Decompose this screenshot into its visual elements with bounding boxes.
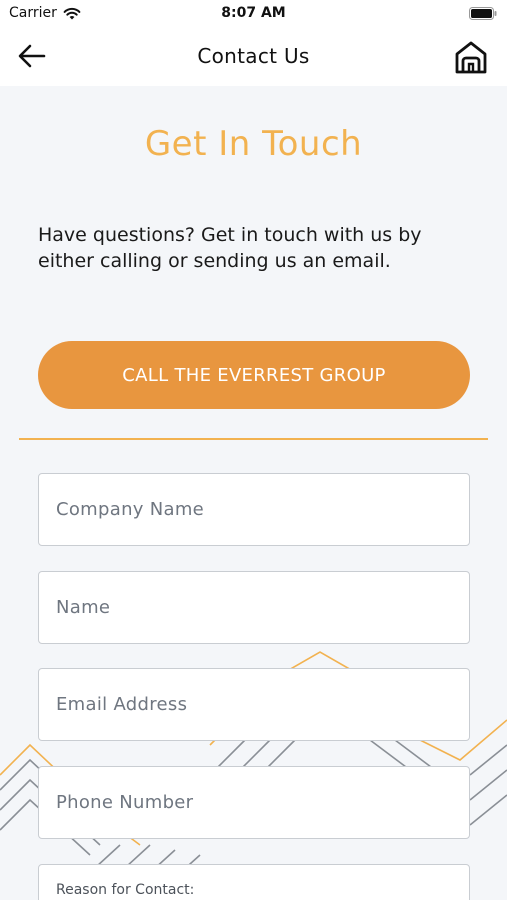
home-icon bbox=[455, 41, 487, 74]
company-name-field[interactable]: Company Name bbox=[38, 473, 470, 546]
email-field[interactable]: Email Address bbox=[38, 668, 470, 741]
nav-bar: Contact Us bbox=[0, 28, 507, 86]
home-button[interactable] bbox=[453, 38, 489, 76]
reason-label: Reason for Contact: bbox=[56, 882, 195, 898]
reason-for-contact-field[interactable]: Reason for Contact: bbox=[38, 864, 470, 900]
name-field[interactable]: Name bbox=[38, 571, 470, 644]
status-time: 8:07 AM bbox=[221, 5, 286, 21]
intro-text: Have questions? Get in touch with us by … bbox=[38, 224, 422, 272]
phone-placeholder: Phone Number bbox=[56, 792, 194, 813]
get-in-touch-heading: Get In Touch bbox=[144, 124, 363, 164]
phone-field[interactable]: Phone Number bbox=[38, 766, 470, 839]
email-placeholder: Email Address bbox=[56, 694, 188, 715]
battery-icon bbox=[469, 7, 497, 20]
name-placeholder: Name bbox=[56, 597, 111, 618]
divider bbox=[19, 438, 488, 440]
status-bar: Carrier 8:07 AM bbox=[0, 0, 507, 28]
page-title: Contact Us bbox=[197, 44, 310, 68]
company-name-placeholder: Company Name bbox=[56, 499, 205, 520]
call-button[interactable]: CALL THE EVERREST GROUP bbox=[38, 341, 470, 409]
